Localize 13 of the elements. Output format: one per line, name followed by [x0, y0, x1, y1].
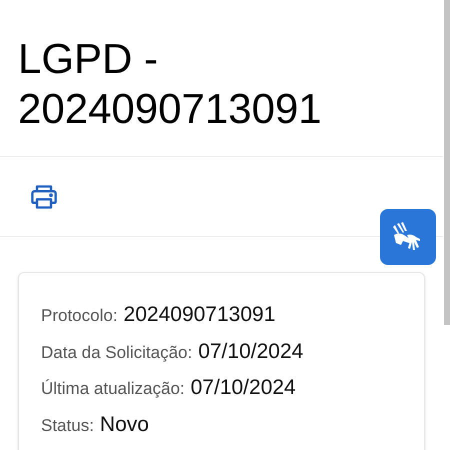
print-button[interactable] — [30, 184, 58, 210]
detail-value: Novo — [100, 412, 149, 438]
detail-label: Data da Solicitação: — [41, 342, 192, 364]
page-title: 2024090713091 — [18, 84, 322, 134]
detail-label: Status: — [41, 414, 94, 436]
detail-label: Última atualização: — [41, 378, 185, 400]
detail-value: 07/10/2024 — [190, 375, 296, 401]
page-title: LGPD - — [18, 34, 158, 84]
detail-value: 07/10/2024 — [198, 338, 304, 364]
detail-value: 2024090713091 — [124, 302, 276, 328]
sign-language-button[interactable] — [380, 209, 436, 265]
printer-icon — [30, 184, 58, 210]
detail-label: Protocolo: — [41, 305, 118, 327]
